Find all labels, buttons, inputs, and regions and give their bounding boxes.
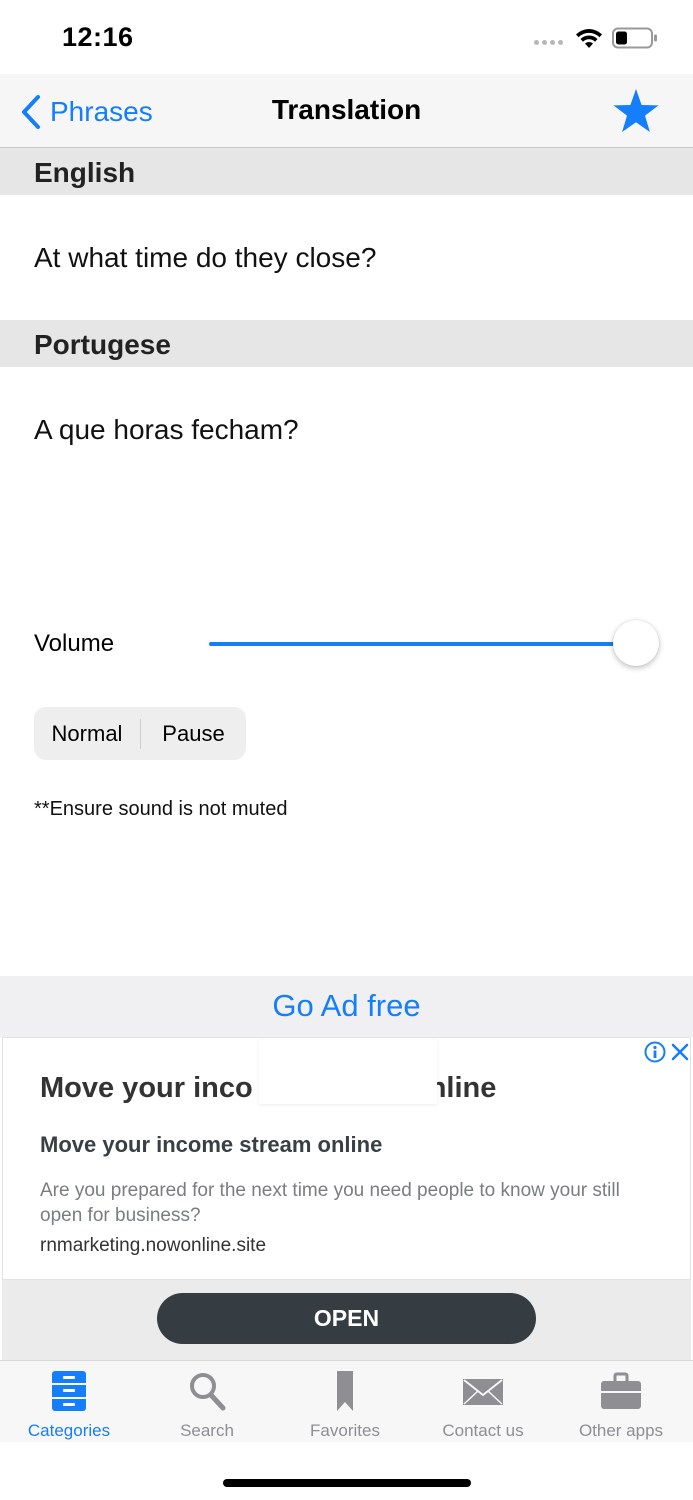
ad-body-text: Are you prepared for the next time you n… — [40, 1180, 620, 1226]
battery-icon — [612, 27, 657, 49]
home-indicator[interactable] — [223, 1479, 471, 1487]
tab-categories[interactable]: Categories — [0, 1361, 138, 1443]
ad-headline-right: nline — [428, 1072, 497, 1104]
tab-label: Other apps — [578, 1421, 664, 1440]
mail-icon — [463, 1379, 503, 1405]
briefcase-icon — [601, 1372, 641, 1409]
cellular-signal-icon — [534, 40, 563, 45]
ad-info-icon[interactable] — [644, 1041, 666, 1063]
tab-other-apps[interactable]: Other apps — [552, 1361, 690, 1443]
ad-button-area: OPEN — [2, 1280, 691, 1360]
tab-contact-us[interactable]: Contact us — [414, 1361, 552, 1443]
tab-label: Categories — [27, 1421, 111, 1440]
tab-label: Contact us — [442, 1421, 524, 1440]
bookmark-icon — [337, 1371, 353, 1411]
ad-overlay-box — [259, 1040, 437, 1104]
navigation-bar: Phrases Translation — [0, 74, 693, 148]
mute-warning-note: **Ensure sound is not muted — [34, 798, 288, 820]
ad-subheadline: Move your income stream online — [40, 1132, 383, 1157]
volume-label: Volume — [34, 630, 115, 657]
normal-button[interactable]: Normal — [34, 707, 140, 760]
page-title: Translation — [271, 94, 422, 125]
portuguese-section-header: Portugese — [0, 320, 693, 367]
volume-slider-thumb[interactable] — [613, 620, 659, 666]
ad-open-button[interactable]: OPEN — [157, 1293, 536, 1344]
english-header-label: English — [34, 157, 136, 188]
ad-headline-left: Move your inco — [40, 1072, 253, 1104]
playback-segmented-control: Normal Pause — [34, 707, 246, 760]
favorite-star-icon[interactable] — [612, 88, 660, 134]
ad-close-icon[interactable] — [670, 1042, 690, 1062]
volume-slider-track[interactable] — [209, 642, 639, 646]
status-time: 12:16 — [62, 22, 134, 52]
pause-button[interactable]: Pause — [141, 707, 246, 760]
english-phrase: At what time do they close? — [34, 242, 377, 273]
wifi-icon — [576, 29, 602, 48]
ad-free-bar: Go Ad free — [0, 976, 693, 1037]
tab-favorites[interactable]: Favorites — [276, 1361, 414, 1443]
home-indicator-area — [0, 1442, 693, 1500]
search-icon — [190, 1373, 226, 1411]
status-bar: 12:16 — [0, 0, 693, 74]
tab-label: Favorites — [310, 1421, 380, 1440]
portuguese-phrase: A que horas fecham? — [34, 414, 299, 445]
english-section-header: English — [0, 148, 693, 195]
tab-search[interactable]: Search — [138, 1361, 276, 1443]
tab-label: Search — [180, 1421, 234, 1440]
categories-icon — [52, 1371, 86, 1411]
advertisement[interactable]: Move your inco nline Move your income str… — [2, 1037, 691, 1280]
go-ad-free-button[interactable]: Go Ad free — [0, 988, 693, 1024]
portuguese-header-label: Portugese — [34, 329, 171, 360]
tab-bar: Categories Search Favorites Contact us O… — [0, 1360, 693, 1442]
ad-domain: rnmarketing.nowonline.site — [40, 1235, 267, 1256]
